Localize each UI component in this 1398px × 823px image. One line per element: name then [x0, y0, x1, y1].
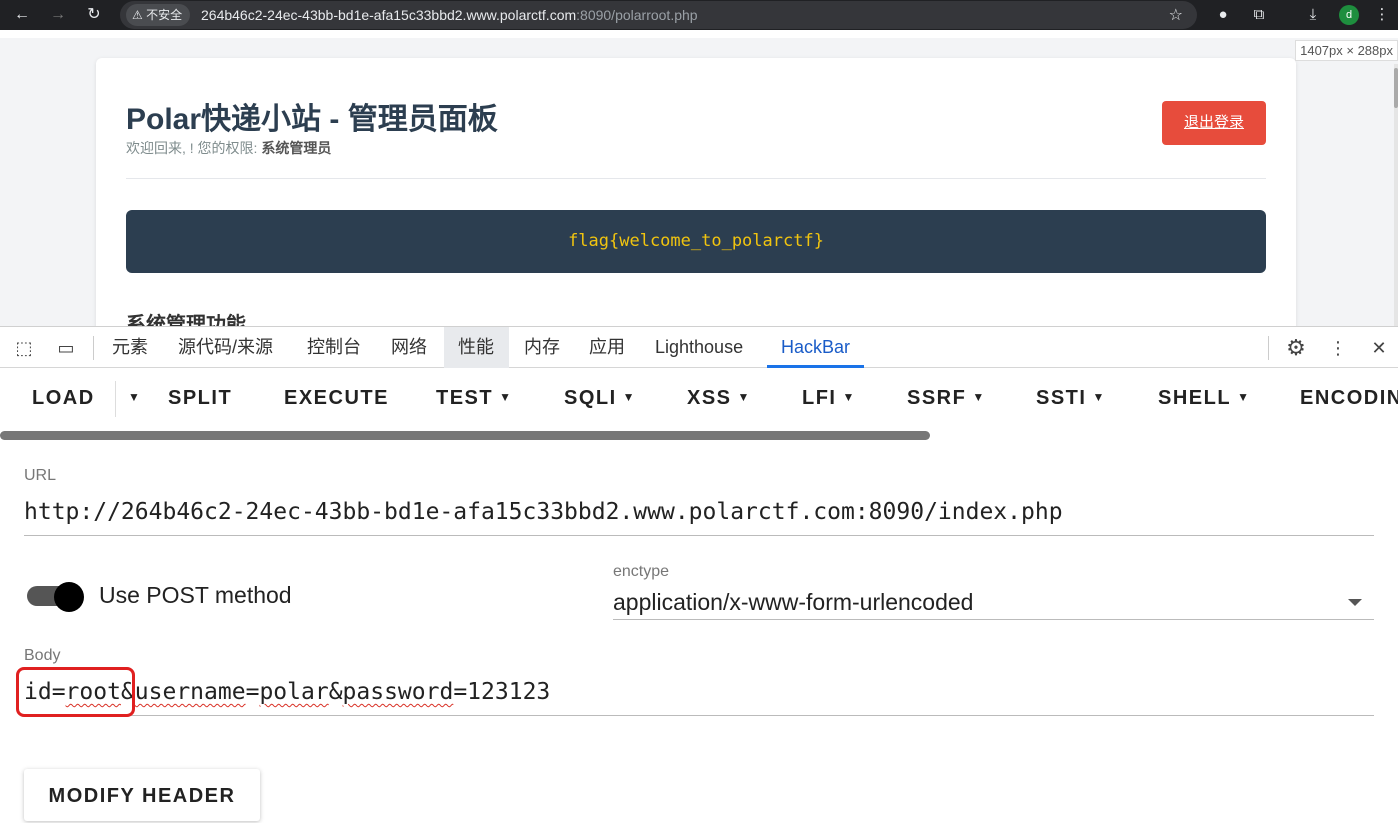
settings-gear-icon[interactable]: ⚙	[1284, 337, 1308, 359]
admin-panel-card: Polar快递小站 - 管理员面板 欢迎回来, ! 您的权限: 系统管理员 退出…	[96, 58, 1296, 326]
ssti-label: SSTI	[1036, 387, 1087, 409]
enctype-underline	[613, 619, 1374, 620]
tab-sources[interactable]: 源代码/来源	[168, 327, 283, 368]
body-text: =123123	[453, 679, 551, 705]
hackbar-toolbar: LOAD ▼ SPLIT EXECUTE TEST ▼ SQLI ▼ XSS ▼ LF…	[0, 369, 1398, 429]
post-toggle-label: Use POST method	[99, 582, 292, 608]
sqli-label: SQLI	[564, 387, 617, 409]
xss-menu[interactable]: XSS ▼	[687, 387, 751, 410]
body-text: polar	[259, 679, 329, 705]
url-path: :8090/polarroot.php	[576, 7, 698, 23]
shell-label: SHELL	[1158, 387, 1232, 409]
body-input-underline	[24, 715, 1374, 716]
tab-performance[interactable]: 性能	[444, 327, 509, 368]
shell-menu[interactable]: SHELL ▼	[1158, 387, 1250, 410]
body-label: Body	[24, 647, 61, 664]
inspect-element-icon[interactable]: ⬚	[12, 337, 36, 359]
load-dropdown-icon[interactable]: ▼	[122, 387, 141, 410]
tab-separator	[1268, 336, 1269, 360]
viewport-size-tooltip: 1407px × 288px	[1295, 40, 1398, 61]
page-title: Polar快递小站 - 管理员面板	[126, 103, 498, 136]
enctype-label: enctype	[613, 563, 670, 580]
url-input[interactable]: http://264b46c2-24ec-43bb-bd1e-afa15c33b…	[24, 499, 1063, 525]
lfi-label: LFI	[802, 387, 837, 409]
section-title: 系统管理功能	[126, 314, 246, 326]
download-icon[interactable]: ⤓	[1303, 5, 1323, 25]
chevron-down-icon: ▼	[1092, 390, 1106, 404]
body-text: &	[328, 679, 343, 705]
url-host: 264b46c2-24ec-43bb-bd1e-afa15c33bbd2.www…	[201, 7, 577, 23]
more-options-icon[interactable]: ⋮	[1326, 337, 1350, 359]
chevron-down-icon: ▼	[622, 390, 637, 404]
chevron-down-icon: ▼	[972, 390, 986, 404]
tab-network[interactable]: 网络	[381, 327, 437, 368]
scrollbar-thumb[interactable]	[1394, 68, 1398, 108]
address-url[interactable]: 264b46c2-24ec-43bb-bd1e-afa15c33bbd2.www…	[201, 1, 698, 29]
load-button[interactable]: LOAD	[32, 387, 95, 410]
test-label: TEST	[436, 387, 494, 409]
sqli-menu[interactable]: SQLI ▼	[564, 387, 636, 410]
address-bar[interactable]: ⚠ 不安全 264b46c2-24ec-43bb-bd1e-afa15c33bb…	[120, 1, 1197, 29]
tab-elements[interactable]: 元素	[102, 327, 158, 368]
security-label: 不安全	[146, 8, 183, 22]
highlight-annotation	[16, 667, 135, 717]
page-scrollbar[interactable]	[1394, 64, 1398, 326]
tab-memory[interactable]: 内存	[514, 327, 570, 368]
post-toggle-knob[interactable]	[54, 582, 84, 612]
tab-application[interactable]: 应用	[579, 327, 635, 368]
devtools-tabbar: ⬚ ▭ 元素 源代码/来源 控制台 网络 性能 内存 应用 Lighthouse…	[0, 326, 1398, 368]
body-text: password	[342, 679, 454, 705]
chevron-down-icon: ▼	[499, 390, 513, 404]
welcome-prefix: 欢迎回来, ! 您的权限:	[126, 140, 262, 156]
profile-avatar[interactable]: d	[1339, 5, 1359, 25]
xss-label: XSS	[687, 387, 732, 409]
divider	[126, 178, 1266, 179]
test-menu[interactable]: TEST ▼	[436, 387, 513, 410]
chevron-down-icon[interactable]	[1348, 599, 1362, 606]
chevron-down-icon: ▼	[1237, 390, 1251, 404]
tab-lighthouse[interactable]: Lighthouse	[645, 327, 753, 368]
tab-console[interactable]: 控制台	[297, 327, 371, 368]
bookmark-star-icon[interactable]: ☆	[1169, 5, 1183, 25]
toolbar-divider	[115, 381, 116, 417]
body-text: =	[245, 679, 260, 705]
chevron-down-icon: ▼	[737, 390, 751, 404]
encoding-menu[interactable]: ENCODIN	[1300, 387, 1398, 410]
logout-button[interactable]: 退出登录	[1162, 101, 1266, 145]
body-text: username	[134, 679, 246, 705]
reload-icon[interactable]: ↻	[84, 5, 104, 25]
ssrf-menu[interactable]: SSRF ▼	[907, 387, 986, 410]
tab-separator	[93, 336, 94, 360]
page-viewport: Polar快递小站 - 管理员面板 欢迎回来, ! 您的权限: 系统管理员 退出…	[0, 38, 1398, 326]
role-label: 系统管理员	[261, 140, 332, 156]
url-input-underline	[24, 535, 1374, 536]
close-icon[interactable]: ✕	[1367, 337, 1391, 359]
ssti-menu[interactable]: SSTI ▼	[1036, 387, 1106, 410]
enctype-select[interactable]: application/x-www-form-urlencoded	[613, 589, 973, 616]
extension-circle-icon[interactable]: ●	[1213, 5, 1233, 25]
execute-button[interactable]: EXECUTE	[284, 387, 389, 410]
ssrf-label: SSRF	[907, 387, 967, 409]
lfi-menu[interactable]: LFI ▼	[802, 387, 856, 410]
menu-kebab-icon[interactable]: ⋮	[1372, 5, 1392, 25]
split-button[interactable]: SPLIT	[168, 387, 232, 410]
browser-toolbar: ← → ↻ ⚠ 不安全 264b46c2-24ec-43bb-bd1e-afa1…	[0, 0, 1398, 30]
forward-icon[interactable]: →	[48, 5, 68, 25]
welcome-text: 欢迎回来, ! 您的权限: 系统管理员	[126, 138, 331, 158]
modify-header-button[interactable]: MODIFY HEADER	[24, 769, 260, 821]
device-toolbar-icon[interactable]: ▭	[54, 337, 78, 359]
extensions-puzzle-icon[interactable]: ⧉	[1249, 5, 1269, 25]
toolbar-scrollbar[interactable]	[0, 431, 930, 440]
tab-hackbar[interactable]: HackBar	[767, 327, 865, 368]
flag-banner: flag{welcome_to_polarctf}	[126, 210, 1266, 273]
back-icon[interactable]: ←	[12, 5, 32, 25]
security-chip[interactable]: ⚠ 不安全	[126, 4, 191, 26]
chevron-down-icon: ▼	[842, 390, 856, 404]
url-label: URL	[24, 467, 57, 484]
